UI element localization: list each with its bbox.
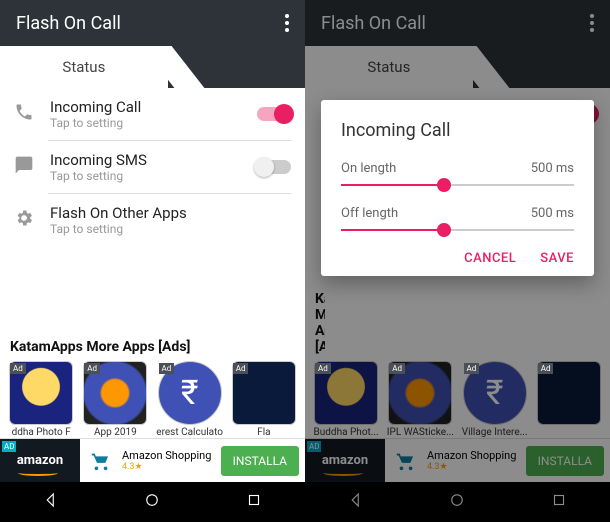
dialog-title: Incoming Call [341, 120, 574, 141]
on-length-label: On length [341, 161, 396, 176]
off-length-value: 500 ms [531, 206, 574, 221]
ad-tile[interactable]: AdFla [229, 361, 299, 438]
row-subtitle: Tap to setting [50, 169, 243, 183]
tab-bar: Status [0, 46, 305, 88]
ad-tile[interactable]: AdApp 2019 [80, 361, 150, 438]
amazon-logo: ADamazon [0, 439, 80, 482]
row-incoming-call[interactable]: Incoming Call Tap to setting [0, 88, 305, 140]
install-button[interactable]: INSTALLA [221, 446, 299, 476]
tab-status[interactable]: Status [0, 46, 168, 88]
ads-row: Adddha Photo F AdApp 2019 Ad₹erest Calcu… [0, 361, 305, 438]
cart-icon [86, 446, 116, 476]
install-banner[interactable]: ADamazon Amazon Shopping4.3★ INSTALLA [0, 438, 305, 482]
dialog-incoming-call: Incoming Call On length 500 ms Off length… [321, 100, 594, 276]
sms-icon [14, 155, 36, 179]
toggle-incoming-sms[interactable] [257, 160, 291, 174]
row-subtitle: Tap to setting [50, 116, 243, 130]
ad-tile[interactable]: Adddha Photo F [6, 361, 76, 438]
row-title: Incoming SMS [50, 151, 243, 169]
row-subtitle: Tap to setting [50, 222, 291, 236]
off-length-slider[interactable] [341, 229, 574, 231]
row-flash-other-apps[interactable]: Flash On Other Apps Tap to setting [0, 194, 305, 246]
row-title: Incoming Call [50, 98, 243, 116]
row-title: Flash On Other Apps [50, 204, 291, 222]
nav-bar [0, 482, 305, 522]
nav-recents-icon[interactable] [245, 491, 263, 513]
save-button[interactable]: SAVE [540, 251, 574, 266]
toggle-incoming-call[interactable] [257, 107, 291, 121]
on-length-value: 500 ms [531, 161, 574, 176]
phone-icon [14, 102, 36, 126]
screen-main: Flash On Call Status Incoming Call Tap t… [0, 0, 305, 522]
row-incoming-sms[interactable]: Incoming SMS Tap to setting [0, 141, 305, 193]
gear-icon [14, 208, 36, 232]
nav-back-icon[interactable] [42, 491, 60, 513]
app-bar: Flash On Call [0, 0, 305, 46]
screen-dialog: Flash On Call Status Incoming CallTap to… [305, 0, 610, 522]
off-length-label: Off length [341, 206, 398, 221]
cancel-button[interactable]: CANCEL [464, 251, 516, 266]
overflow-menu-icon[interactable] [285, 14, 289, 32]
app-title: Flash On Call [16, 13, 121, 34]
ad-tile[interactable]: Ad₹erest Calculato [155, 361, 225, 438]
nav-home-icon[interactable] [143, 491, 161, 513]
ads-header: KatamApps More Apps [Ads] [0, 331, 305, 361]
on-length-slider[interactable] [341, 184, 574, 186]
